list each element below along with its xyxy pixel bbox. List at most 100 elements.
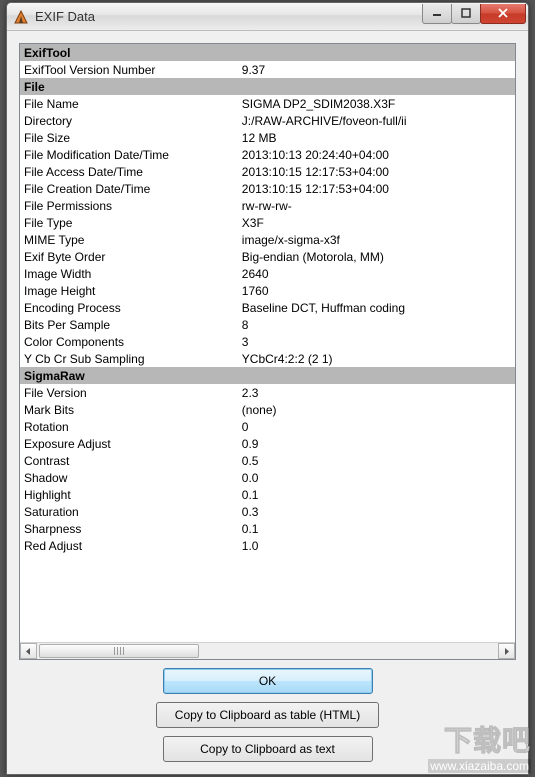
row-value: image/x-sigma-x3f: [238, 231, 515, 248]
exif-data-window: EXIF Data ExifToolExifTool Version Numbe…: [6, 2, 529, 775]
table-row[interactable]: Saturation0.3: [20, 503, 515, 520]
close-button[interactable]: [480, 4, 526, 24]
table-row[interactable]: File Creation Date/Time2013:10:15 12:17:…: [20, 180, 515, 197]
row-key: Sharpness: [20, 520, 238, 537]
row-value: 0.9: [238, 435, 515, 452]
table-row[interactable]: Rotation0: [20, 418, 515, 435]
scroll-left-button[interactable]: [20, 643, 37, 659]
row-key: Exif Byte Order: [20, 248, 238, 265]
row-value: 9.37: [238, 61, 515, 78]
row-key: Image Height: [20, 282, 238, 299]
section-header: SigmaRaw: [20, 367, 515, 384]
row-value: 0.1: [238, 520, 515, 537]
window-title: EXIF Data: [35, 9, 423, 24]
row-key: File Type: [20, 214, 238, 231]
scroll-track[interactable]: [37, 643, 498, 659]
horizontal-scrollbar[interactable]: [20, 642, 515, 659]
row-value: Baseline DCT, Huffman coding: [238, 299, 515, 316]
row-value: Big-endian (Motorola, MM): [238, 248, 515, 265]
row-value: 2013:10:15 12:17:53+04:00: [238, 163, 515, 180]
scroll-right-button[interactable]: [498, 643, 515, 659]
row-key: File Name: [20, 95, 238, 112]
table-row[interactable]: Encoding ProcessBaseline DCT, Huffman co…: [20, 299, 515, 316]
row-key: Saturation: [20, 503, 238, 520]
row-key: File Version: [20, 384, 238, 401]
copy-html-button[interactable]: Copy to Clipboard as table (HTML): [156, 702, 379, 728]
table-row[interactable]: Sharpness0.1: [20, 520, 515, 537]
table-row[interactable]: File Access Date/Time2013:10:15 12:17:53…: [20, 163, 515, 180]
table-row[interactable]: Image Width2640: [20, 265, 515, 282]
section-title: SigmaRaw: [20, 367, 515, 384]
table-row[interactable]: Red Adjust1.0: [20, 537, 515, 554]
row-value: 0: [238, 418, 515, 435]
table-row[interactable]: File TypeX3F: [20, 214, 515, 231]
row-key: Highlight: [20, 486, 238, 503]
ok-button[interactable]: OK: [163, 668, 373, 694]
row-value: 0.0: [238, 469, 515, 486]
table-row[interactable]: File Permissionsrw-rw-rw-: [20, 197, 515, 214]
row-value: YCbCr4:2:2 (2 1): [238, 350, 515, 367]
maximize-button[interactable]: [451, 4, 481, 24]
row-value: 12 MB: [238, 129, 515, 146]
table-row[interactable]: Bits Per Sample8: [20, 316, 515, 333]
row-key: Bits Per Sample: [20, 316, 238, 333]
row-value: X3F: [238, 214, 515, 231]
window-controls: [423, 4, 526, 24]
section-header: ExifTool: [20, 44, 515, 61]
table-row[interactable]: File NameSIGMA DP2_SDIM2038.X3F: [20, 95, 515, 112]
row-value: SIGMA DP2_SDIM2038.X3F: [238, 95, 515, 112]
row-key: File Modification Date/Time: [20, 146, 238, 163]
row-value: 0.3: [238, 503, 515, 520]
section-title: File: [20, 78, 515, 95]
table-row[interactable]: Y Cb Cr Sub SamplingYCbCr4:2:2 (2 1): [20, 350, 515, 367]
section-title: ExifTool: [20, 44, 515, 61]
row-value: 3: [238, 333, 515, 350]
row-value: 1.0: [238, 537, 515, 554]
table-row[interactable]: File Modification Date/Time2013:10:13 20…: [20, 146, 515, 163]
data-scroll-view[interactable]: ExifToolExifTool Version Number9.37FileF…: [20, 44, 515, 642]
row-key: Image Width: [20, 265, 238, 282]
table-row[interactable]: Mark Bits(none): [20, 401, 515, 418]
row-value: 2013:10:15 12:17:53+04:00: [238, 180, 515, 197]
row-key: Red Adjust: [20, 537, 238, 554]
row-key: File Permissions: [20, 197, 238, 214]
row-key: Color Components: [20, 333, 238, 350]
row-value: 1760: [238, 282, 515, 299]
table-row[interactable]: File Size12 MB: [20, 129, 515, 146]
exif-table: ExifToolExifTool Version Number9.37FileF…: [20, 44, 515, 554]
row-key: Shadow: [20, 469, 238, 486]
row-value: 2640: [238, 265, 515, 282]
row-key: Rotation: [20, 418, 238, 435]
table-row[interactable]: Contrast0.5: [20, 452, 515, 469]
titlebar[interactable]: EXIF Data: [7, 3, 528, 31]
row-key: File Creation Date/Time: [20, 180, 238, 197]
row-value: J:/RAW-ARCHIVE/foveon-full/ii: [238, 112, 515, 129]
copy-text-button[interactable]: Copy to Clipboard as text: [163, 736, 373, 762]
row-value: 2013:10:13 20:24:40+04:00: [238, 146, 515, 163]
table-row[interactable]: Exif Byte OrderBig-endian (Motorola, MM): [20, 248, 515, 265]
row-key: Y Cb Cr Sub Sampling: [20, 350, 238, 367]
table-row[interactable]: Color Components3: [20, 333, 515, 350]
app-icon: [13, 9, 29, 25]
row-key: File Access Date/Time: [20, 163, 238, 180]
row-key: File Size: [20, 129, 238, 146]
row-value: 0.1: [238, 486, 515, 503]
scroll-thumb[interactable]: [39, 644, 199, 658]
table-row[interactable]: Shadow0.0: [20, 469, 515, 486]
table-row[interactable]: DirectoryJ:/RAW-ARCHIVE/foveon-full/ii: [20, 112, 515, 129]
row-value: 8: [238, 316, 515, 333]
section-header: File: [20, 78, 515, 95]
data-panel: ExifToolExifTool Version Number9.37FileF…: [19, 43, 516, 660]
row-value: (none): [238, 401, 515, 418]
table-row[interactable]: File Version2.3: [20, 384, 515, 401]
row-key: Exposure Adjust: [20, 435, 238, 452]
row-value: 2.3: [238, 384, 515, 401]
table-row[interactable]: Image Height1760: [20, 282, 515, 299]
table-row[interactable]: Exposure Adjust0.9: [20, 435, 515, 452]
table-row[interactable]: MIME Typeimage/x-sigma-x3f: [20, 231, 515, 248]
minimize-button[interactable]: [422, 4, 452, 24]
table-row[interactable]: ExifTool Version Number9.37: [20, 61, 515, 78]
row-value: rw-rw-rw-: [238, 197, 515, 214]
row-key: Mark Bits: [20, 401, 238, 418]
table-row[interactable]: Highlight0.1: [20, 486, 515, 503]
